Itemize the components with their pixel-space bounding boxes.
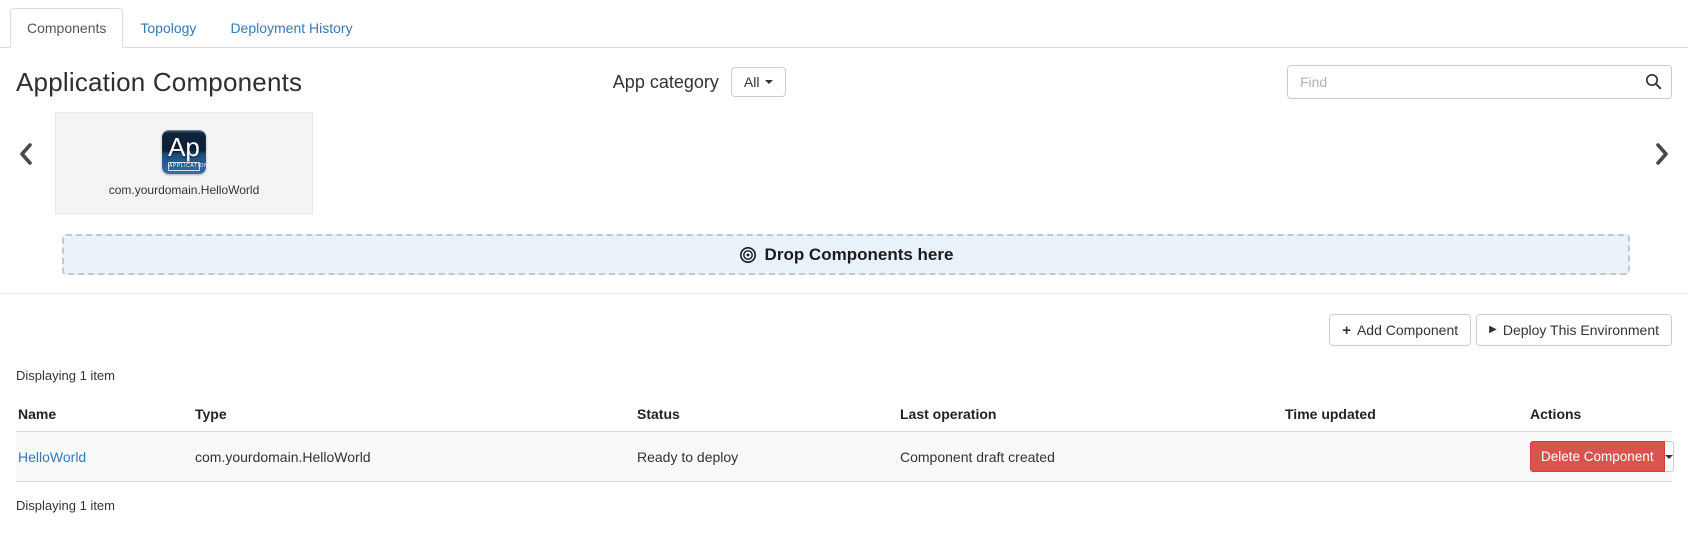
app-category-dropdown[interactable]: All [731, 67, 787, 97]
cell-status: Ready to deploy [635, 432, 898, 482]
tab-topology[interactable]: Topology [123, 8, 213, 48]
deploy-environment-label: Deploy This Environment [1503, 322, 1659, 338]
component-card-label: com.yourdomain.HelloWorld [109, 183, 260, 197]
tab-bar: Components Topology Deployment History [0, 8, 1688, 48]
plus-icon: + [1342, 323, 1351, 338]
delete-component-button[interactable]: Delete Component [1530, 441, 1665, 472]
displaying-count-bottom: Displaying 1 item [16, 498, 1672, 513]
components-table: Name Type Status Last operation Time upd… [16, 397, 1672, 482]
toolbar: + Add Component ▶ Deploy This Environmen… [0, 314, 1688, 346]
search-icon[interactable] [1645, 73, 1662, 90]
deploy-environment-button[interactable]: ▶ Deploy This Environment [1476, 314, 1672, 346]
application-icon: Ap APPLICATION [162, 130, 206, 174]
play-icon: ▶ [1489, 325, 1497, 335]
caret-down-icon [1665, 455, 1673, 459]
app-category-group: App category All [613, 67, 787, 97]
column-header-status: Status [635, 397, 898, 432]
add-component-label: Add Component [1357, 322, 1458, 338]
target-icon [739, 246, 757, 264]
caret-down-icon [765, 80, 773, 84]
drop-components-zone[interactable]: Drop Components here [62, 234, 1630, 275]
drop-zone-label: Drop Components here [765, 245, 954, 265]
components-table-section: Displaying 1 item Name Type Status Last … [0, 368, 1688, 513]
chevron-left-icon[interactable] [14, 138, 38, 173]
section-divider [0, 293, 1688, 294]
app-category-label: App category [613, 72, 719, 93]
cell-time-updated [1283, 432, 1528, 482]
application-icon-banner: APPLICATION [168, 162, 200, 171]
page-title: Application Components [16, 67, 302, 98]
displaying-count-top: Displaying 1 item [16, 368, 1672, 383]
tab-deployment-history[interactable]: Deployment History [213, 8, 369, 48]
delete-component-dropdown-toggle[interactable] [1665, 441, 1674, 472]
cell-last-operation: Component draft created [898, 432, 1283, 482]
column-header-type: Type [193, 397, 635, 432]
table-header-row: Name Type Status Last operation Time upd… [16, 397, 1672, 432]
app-category-value: All [744, 74, 760, 90]
page-header: Application Components App category All [0, 62, 1688, 102]
column-header-time-updated: Time updated [1283, 397, 1528, 432]
application-icon-text: Ap [168, 134, 200, 160]
component-name-link[interactable]: HelloWorld [18, 449, 86, 465]
chevron-right-icon[interactable] [1650, 138, 1674, 173]
tab-components[interactable]: Components [10, 8, 123, 48]
add-component-button[interactable]: + Add Component [1329, 314, 1471, 346]
column-header-last-operation: Last operation [898, 397, 1283, 432]
find-input[interactable] [1287, 65, 1672, 99]
cell-type: com.yourdomain.HelloWorld [193, 432, 635, 482]
find-group [1287, 65, 1672, 99]
column-header-name: Name [16, 397, 193, 432]
components-carousel: Ap APPLICATION com.yourdomain.HelloWorld [0, 110, 1688, 214]
table-row: HelloWorld com.yourdomain.HelloWorld Rea… [16, 432, 1672, 482]
column-header-actions: Actions [1528, 397, 1672, 432]
component-card[interactable]: Ap APPLICATION com.yourdomain.HelloWorld [55, 112, 313, 214]
actions-button-group: Delete Component [1530, 441, 1664, 472]
